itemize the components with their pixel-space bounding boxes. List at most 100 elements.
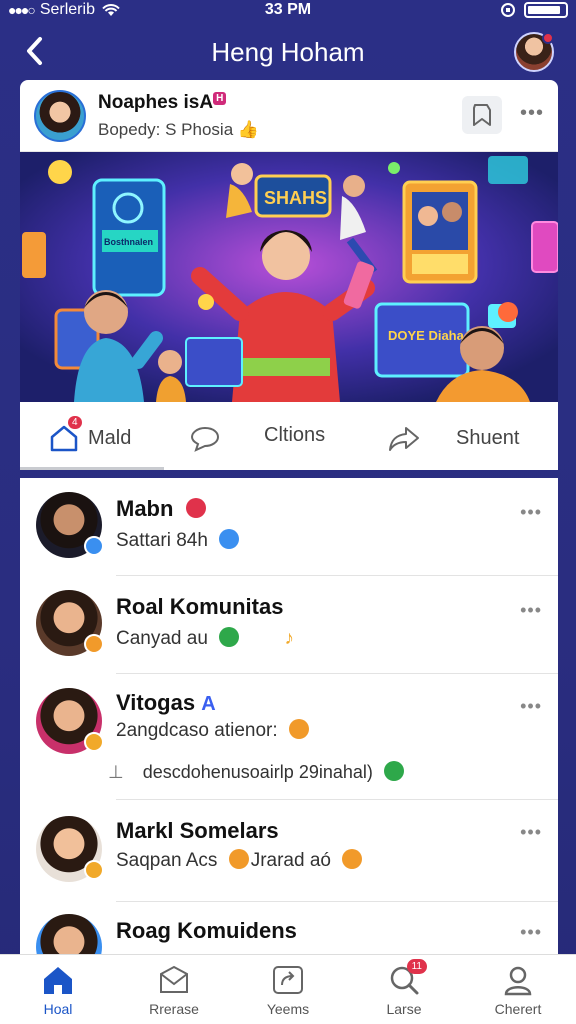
letter-badge-icon: A — [201, 693, 216, 715]
post-header: Noaphes isA H Bopedy: S Phosia 👍 ••• — [20, 80, 558, 152]
like-label: Mald — [88, 426, 132, 449]
app-header: Heng Hoham — [0, 28, 576, 76]
comment-button[interactable] — [190, 424, 228, 452]
item-name: Markl Somelars — [116, 818, 279, 843]
board-label: DOYE Diaha — [388, 328, 465, 343]
star-badge-icon — [219, 528, 240, 549]
status-icon — [84, 860, 104, 880]
item-name: Roal Komunitas — [116, 594, 284, 619]
post-author-name[interactable]: Noaphes isA H — [98, 92, 227, 114]
item-more-button[interactable]: ••• — [520, 696, 542, 717]
post-more-button[interactable]: ••• — [520, 102, 544, 125]
item-extra: ⊥ descdohenusoairlp 29inahal) — [108, 761, 404, 783]
check-badge-icon — [383, 761, 404, 782]
feed-list: Mabn Sattari 84h ••• Roal Komunitas Cany… — [20, 478, 558, 954]
thumbs-up-icon: 👍 — [237, 120, 260, 139]
search-icon: 11 — [387, 959, 427, 997]
nav-profile[interactable]: Cherert — [470, 963, 566, 1017]
bookmark-button[interactable] — [462, 96, 502, 134]
nav-home-label: Hoal — [43, 1001, 73, 1017]
item-subtitle: Sattari 84h — [116, 528, 240, 552]
list-item[interactable]: Roag Komuidens ••• — [20, 902, 558, 954]
item-name: Vitogas A — [116, 690, 216, 716]
post-subtitle: Bopedy: S Phosia 👍 — [98, 120, 259, 140]
item-subtitle-text-2: Jrarad aó — [250, 850, 331, 871]
nav-home[interactable]: Hoal — [10, 963, 106, 1017]
item-subtitle-text: 2angdcaso atienor: — [116, 720, 278, 741]
item-name-text: Mabn — [116, 496, 174, 521]
profile-avatar[interactable] — [514, 32, 554, 72]
emoji-icon — [288, 718, 309, 739]
post-action-bar: 4 Mald Cltions Shuent — [20, 402, 558, 470]
item-more-button[interactable]: ••• — [520, 502, 542, 523]
list-item[interactable]: Mabn Sattari 84h ••• — [20, 478, 558, 576]
page-title: Heng Hoham — [211, 37, 365, 67]
nav-search-label: Larse — [386, 1001, 422, 1017]
home-icon — [41, 963, 75, 997]
sign-label: SHAHS — [264, 188, 327, 208]
pin-icon: ⊥ — [108, 762, 124, 782]
emoji-icon — [228, 848, 249, 869]
battery-icon — [524, 2, 568, 18]
like-badge: 4 — [68, 416, 82, 429]
bottom-nav: Hoal Rrerase Yeems 11 Larse Cherert — [0, 954, 576, 1024]
share-box-icon — [271, 963, 305, 997]
avatar — [36, 492, 104, 558]
post-illustration: Bosthnalen DOYE Diaha SHAHS — [20, 152, 558, 402]
item-subtitle-text: Sattari 84h — [116, 530, 208, 551]
verified-icon — [84, 536, 104, 556]
arrow-badge-icon — [219, 626, 240, 647]
post-subtitle-text: Bopedy: S Phosia — [98, 120, 234, 139]
like-button[interactable]: 4 Mald — [48, 416, 132, 452]
item-subtitle-text: Canyad au — [116, 628, 208, 649]
item-more-button[interactable]: ••• — [520, 922, 542, 943]
search-badge: 11 — [406, 959, 427, 974]
nav-search[interactable]: 11 Larse — [356, 959, 452, 1017]
status-bar: ●●●○ Serlerib 33 PM — [0, 0, 576, 22]
avatar — [36, 590, 104, 656]
item-more-button[interactable]: ••• — [520, 600, 542, 621]
item-subtitle-text: Saqpan Acs — [116, 850, 218, 871]
profile-icon — [501, 963, 535, 997]
heart-icon — [185, 498, 206, 519]
rotation-lock-icon — [501, 3, 515, 17]
nav-messages-label: Rrerase — [149, 1001, 199, 1017]
item-subtitle: Saqpan Acs Jrarad aó — [116, 848, 363, 872]
avatar — [36, 816, 104, 882]
item-name: Mabn — [116, 496, 206, 522]
active-tab-indicator — [20, 467, 164, 470]
avatar — [36, 688, 104, 754]
status-icon — [84, 732, 104, 752]
bookmark-icon — [473, 104, 491, 126]
item-name: Roag Komuidens — [116, 918, 297, 943]
options-button[interactable]: Cltions — [264, 424, 325, 447]
music-note-icon: ♪ — [284, 628, 294, 649]
status-icons — [500, 2, 568, 18]
comment-icon — [190, 426, 220, 452]
nav-share[interactable]: Yeems — [240, 963, 336, 1017]
notification-dot — [542, 32, 554, 44]
item-more-button[interactable]: ••• — [520, 822, 542, 843]
post-image[interactable]: Bosthnalen DOYE Diaha SHAHS — [20, 152, 558, 402]
item-subtitle: 2angdcaso atienor: — [116, 718, 309, 742]
item-subtitle: Canyad au ♪ — [116, 626, 294, 650]
nav-profile-label: Cherert — [494, 1001, 542, 1017]
clock: 33 PM — [264, 1, 312, 18]
item-extra-text: descdohenusoairlp 29inahal) — [142, 762, 373, 782]
emoji-icon — [342, 848, 363, 869]
nav-share-label: Yeems — [266, 1001, 310, 1017]
options-label: Cltions — [264, 424, 326, 446]
screen-label: Bosthnalen — [104, 237, 153, 247]
post-author-label: Noaphes isA — [98, 92, 214, 113]
list-item[interactable]: Markl Somelars Saqpan Acs Jrarad aó ••• — [20, 800, 558, 902]
author-badge: H — [213, 92, 227, 105]
status-icon — [84, 634, 104, 654]
share-button[interactable]: Shuent — [388, 424, 519, 452]
item-name-text: Vitogas — [116, 690, 196, 715]
avatar — [36, 914, 102, 954]
list-item[interactable]: Vitogas A 2angdcaso atienor: ⊥ descdohen… — [20, 674, 558, 800]
list-item[interactable]: Roal Komunitas Canyad au ♪ ••• — [20, 576, 558, 674]
envelope-icon — [157, 963, 191, 997]
nav-messages[interactable]: Rrerase — [126, 963, 222, 1017]
post-author-avatar[interactable] — [34, 90, 86, 142]
